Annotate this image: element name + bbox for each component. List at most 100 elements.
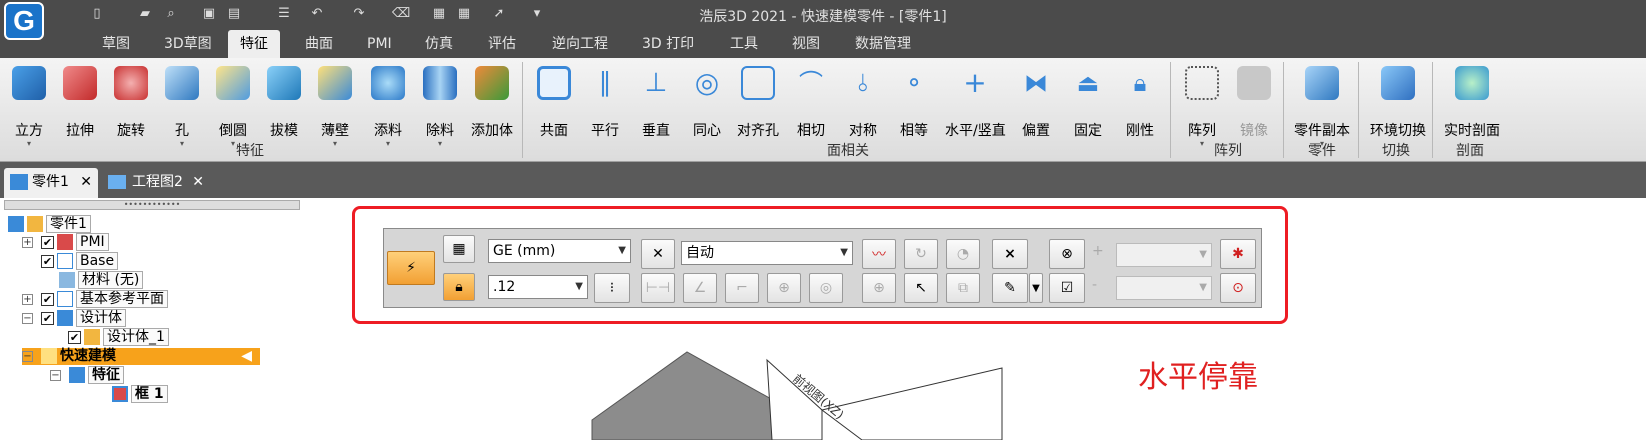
collapse-icon[interactable]: − (50, 369, 61, 381)
coplanar-button[interactable]: 共面 (528, 62, 580, 152)
concentric-button[interactable]: ◎ 同心 (681, 62, 733, 152)
tab-simulation[interactable]: 仿真 (413, 30, 465, 58)
remove-material-icon (423, 66, 457, 100)
align-hole-button[interactable]: 对齐孔 (732, 62, 784, 152)
curve-button[interactable]: 〰 (862, 239, 896, 269)
horizontal-vertical-button[interactable]: + 水平/竖直 (945, 62, 1006, 152)
cancel-circle-button[interactable]: ⊗ (1049, 239, 1085, 269)
rigid-button[interactable]: 🔒︎ 刚性 (1114, 62, 1166, 152)
diameter-dimension-button[interactable]: ⊕ (767, 273, 801, 303)
lower-tolerance-select[interactable]: ▼ (1116, 276, 1212, 300)
tree-item-root[interactable]: 零件1 (8, 215, 91, 233)
lightning-icon[interactable]: ⚡ (387, 251, 435, 285)
close-icon[interactable]: ✕ (192, 168, 204, 196)
tree-item-design-body-1[interactable]: ✔ 设计体_1 (68, 328, 169, 346)
offset-button[interactable]: ⧓ 偏置 (1010, 62, 1062, 152)
format-button[interactable]: ⁝ (594, 273, 630, 303)
expand-icon[interactable]: + (22, 236, 33, 248)
add-body-button[interactable]: 添加体 (466, 62, 518, 152)
clock-button[interactable]: ◔ (946, 239, 980, 269)
tree-item-feature[interactable]: − 特征 (50, 366, 124, 384)
tree-item-base[interactable]: ✔ Base (22, 252, 119, 270)
tab-view[interactable]: 视图 (780, 30, 832, 58)
visibility-checkbox[interactable]: ✔ (41, 311, 54, 325)
grid-settings-button[interactable]: ▦ (443, 235, 475, 263)
visibility-checkbox[interactable]: ✔ (68, 330, 81, 344)
tab-evaluate[interactable]: 评估 (476, 30, 528, 58)
app-logo[interactable]: G (4, 2, 44, 40)
hole-button[interactable]: 孔 ▾ (156, 62, 208, 152)
tab-sketch[interactable]: 草图 (90, 30, 142, 58)
parallel-button[interactable]: ∥ 平行 (579, 62, 631, 152)
perpendicular-button[interactable]: ⊥ 垂直 (630, 62, 682, 152)
doc-tab-drawing2[interactable]: 工程图2 ✕ (104, 168, 208, 198)
tab-reverse-engineering[interactable]: 逆向工程 (540, 30, 620, 58)
visibility-checkbox[interactable]: ✔ (41, 235, 54, 249)
tree-item-frame1[interactable]: 框 1 (112, 385, 168, 403)
equal-button[interactable]: ⚬ 相等 (888, 62, 940, 152)
draft-button[interactable]: 拔模 (258, 62, 310, 152)
part-copy-button[interactable]: 零件副本 ▾ (1290, 62, 1354, 152)
pattern-button[interactable]: 阵列 ▾ (1176, 62, 1228, 152)
tab-pmi[interactable]: PMI (355, 30, 404, 58)
linear-dimension-button[interactable]: ⊢⊣ (641, 273, 675, 303)
precision-select[interactable]: .12 ▼ (488, 275, 588, 299)
collapse-icon[interactable]: − (22, 350, 33, 362)
tree-item-material[interactable]: 材料 (无) (40, 271, 144, 289)
visibility-checkbox[interactable]: ✔ (41, 254, 54, 268)
upper-tolerance-select[interactable]: ▼ (1116, 243, 1212, 267)
tab-3d-print[interactable]: 3D 打印 (630, 30, 706, 58)
thin-wall-button[interactable]: 薄壁 ▾ (309, 62, 361, 152)
no-dimension-button[interactable]: ✕ (641, 239, 675, 269)
tab-tools[interactable]: 工具 (718, 30, 770, 58)
symmetric-button[interactable]: ⫰ 对称 (837, 62, 889, 152)
close-icon[interactable]: ✕ (80, 168, 92, 196)
mirror-button[interactable]: 镜像 (1228, 62, 1280, 152)
tangent-button[interactable]: ⌒ 相切 (785, 62, 837, 152)
tree-item-pmi[interactable]: + ✔ PMI (22, 233, 109, 251)
tab-surface[interactable]: 曲面 (293, 30, 345, 58)
fillet-button[interactable]: 倒圆 ▾ (207, 62, 259, 152)
environment-switch-button[interactable]: 环境切换 (1366, 62, 1430, 152)
live-section-button[interactable]: 实时剖面 (1440, 62, 1504, 152)
tree-item-design-body[interactable]: − ✔ 设计体 (22, 309, 126, 327)
circle-dimension-button[interactable]: ◎ (809, 273, 843, 303)
doc-tab-part1[interactable]: 零件1 ✕ (4, 168, 98, 198)
tab-3d-sketch[interactable]: 3D草图 (152, 30, 224, 58)
tab-feature[interactable]: 特征 (228, 30, 280, 58)
remove-material-button[interactable]: 除料 ▾ (414, 62, 466, 152)
plane-button[interactable]: ✱ (1220, 239, 1256, 269)
hole-icon (165, 66, 199, 100)
tree-button[interactable]: ⧉ (946, 273, 980, 303)
standard-select[interactable]: GE (mm) ▼ (488, 239, 631, 263)
center-button[interactable]: ⊕ (862, 273, 896, 303)
cube-button[interactable]: 立方 ▾ (3, 62, 55, 152)
tab-data-management[interactable]: 数据管理 (843, 30, 923, 58)
feature-icon (27, 216, 43, 232)
add-body-icon (475, 66, 509, 100)
tree-item-fast-modeling[interactable]: − 快速建模 ◀ (22, 348, 260, 365)
radius-dimension-button[interactable]: ⌐ (725, 273, 759, 303)
pick-button[interactable]: ↖ (904, 273, 938, 303)
rotate-button[interactable]: ↻ (904, 239, 938, 269)
model-face (591, 351, 783, 440)
angle-dimension-button[interactable]: ∠ (683, 273, 717, 303)
visibility-checkbox[interactable]: ✔ (41, 292, 54, 306)
title-bar: G ▯ ▰ ⌕ ▣ ▤ ☰ ↶ ↷ ⌫ ▦ ▦ ➚ ▾ 浩辰3D 2021 - … (0, 0, 1646, 40)
target-button[interactable]: ⊙ (1220, 273, 1256, 303)
tree-grip[interactable]: •••••••••••• (4, 200, 300, 210)
revolve-button[interactable]: 旋转 (105, 62, 157, 152)
chevron-down-icon[interactable]: ▼ (1029, 273, 1043, 303)
tree-item-ref-planes[interactable]: + ✔ 基本参考平面 (22, 290, 168, 308)
drawing-icon (108, 175, 126, 189)
close-icon[interactable]: × (992, 239, 1028, 269)
mode-select[interactable]: 自动 ▼ (681, 241, 853, 265)
lock-icon[interactable]: 🔒︎ (443, 273, 475, 301)
expand-icon[interactable]: + (22, 293, 33, 305)
accept-button[interactable]: ☑ (1049, 273, 1085, 303)
fixed-button[interactable]: ⏏ 固定 (1062, 62, 1114, 152)
add-material-button[interactable]: 添料 ▾ (362, 62, 414, 152)
extrude-button[interactable]: 拉伸 (54, 62, 106, 152)
collapse-icon[interactable]: − (22, 312, 33, 324)
edit-button[interactable]: ✎ (992, 273, 1028, 303)
